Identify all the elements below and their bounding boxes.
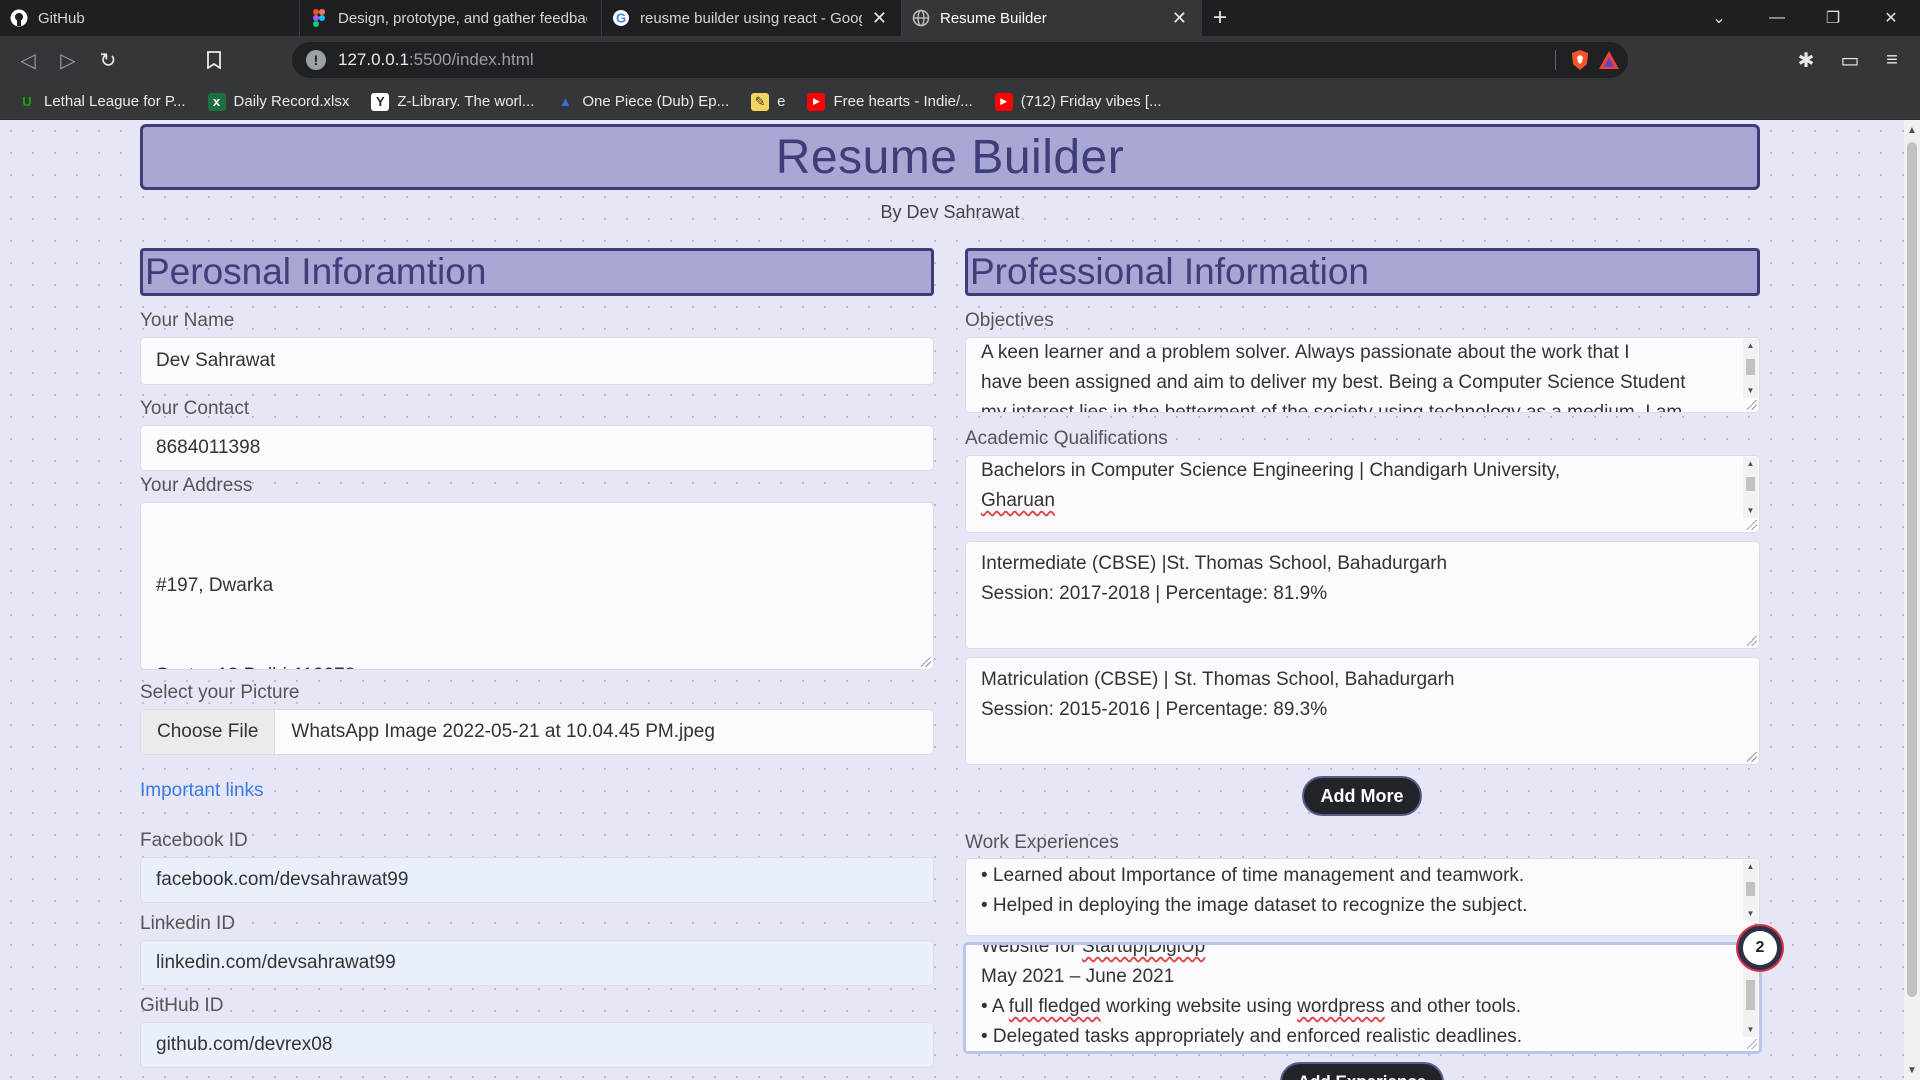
tab-search-chevron-icon[interactable]: ⌄ <box>1696 0 1742 36</box>
url-path: :5500/index.html <box>408 50 534 69</box>
bookmarks-bar: U Lethal League for P... x Daily Record.… <box>0 84 1920 120</box>
site-info-icon[interactable]: ! <box>306 50 326 70</box>
personal-section-heading: Perosnal Inforamtion <box>140 248 934 296</box>
youtube-icon: ▶ <box>807 92 826 111</box>
close-tab-icon[interactable]: ✕ <box>872 8 887 29</box>
picture-file-input[interactable]: Choose File WhatsApp Image 2022-05-21 at… <box>140 709 934 755</box>
resize-grip-icon[interactable] <box>1747 1039 1757 1049</box>
bookmark-item[interactable]: ▶ (712) Friday vibes [... <box>994 92 1162 111</box>
resize-grip-icon[interactable] <box>1747 752 1757 762</box>
scroll-down-arrow-icon[interactable]: ▼ <box>1904 1062 1920 1078</box>
linkedin-label: Linkedin ID <box>140 913 236 934</box>
academic-textarea-1[interactable]: Bachelors in Computer Science Engineerin… <box>965 455 1760 533</box>
restore-icon[interactable]: ❐ <box>1810 0 1856 36</box>
page-title-banner: Resume Builder <box>140 124 1760 190</box>
name-label: Your Name <box>140 310 235 331</box>
bookmark-item[interactable]: U Lethal League for P... <box>18 93 185 111</box>
professional-section-heading: Professional Information <box>965 248 1760 296</box>
tab-github[interactable]: GitHub <box>0 0 300 36</box>
brave-rewards-icon[interactable] <box>1598 50 1620 75</box>
work-experience-textarea-1[interactable]: • Learned about Importance of time manag… <box>965 858 1760 936</box>
bookmark-item[interactable]: ▶ Free hearts - Indie/... <box>807 92 973 111</box>
choose-file-button[interactable]: Choose File <box>141 710 276 754</box>
upwork-icon: U <box>22 94 32 109</box>
selected-file-name: WhatsApp Image 2022-05-21 at 10.04.45 PM… <box>291 721 715 742</box>
figma-icon <box>310 9 328 27</box>
address-label: Your Address <box>140 475 253 496</box>
notification-badge[interactable]: 2 <box>1738 926 1782 970</box>
github-label: GitHub ID <box>140 995 224 1016</box>
work-experience-textarea-2[interactable]: Website for Startup|DigiUp May 2021 – Ju… <box>963 942 1762 1054</box>
bookmark-item[interactable]: x Daily Record.xlsx <box>207 92 349 111</box>
tab-resume-builder[interactable]: Resume Builder ✕ <box>902 0 1202 36</box>
add-experience-button[interactable]: Add Experience <box>1280 1062 1444 1080</box>
zlibrary-icon: Y <box>371 92 390 111</box>
github-input[interactable]: github.com/devrex08 <box>140 1022 934 1068</box>
linkedin-input[interactable]: linkedin.com/devsahrawat99 <box>140 940 934 986</box>
bookmark-item[interactable]: ▲ One Piece (Dub) Ep... <box>556 93 729 111</box>
page-scrollbar[interactable]: ▲ ▼ <box>1904 120 1920 1080</box>
wallet-icon[interactable]: ▭ <box>1830 40 1870 80</box>
resize-grip-icon[interactable] <box>1747 636 1757 646</box>
close-window-icon[interactable]: ✕ <box>1868 0 1914 36</box>
contact-input[interactable]: 8684011398 <box>140 425 934 471</box>
academic-scrollbar[interactable]: ▲ ▼ <box>1743 457 1758 518</box>
facebook-label: Facebook ID <box>140 830 248 851</box>
academic-textarea-3[interactable]: Matriculation (CBSE) | St. Thomas School… <box>965 657 1760 765</box>
youtube-icon: ▶ <box>994 92 1013 111</box>
forward-icon[interactable]: ▷ <box>48 40 88 80</box>
work-experiences-label: Work Experiences <box>965 832 1119 853</box>
important-links-heading[interactable]: Important links <box>140 780 264 802</box>
back-icon[interactable]: ◁ <box>8 40 48 80</box>
close-tab-icon[interactable]: ✕ <box>1172 8 1187 29</box>
tab-figma[interactable]: Design, prototype, and gather feedback <box>300 0 602 36</box>
globe-icon <box>912 9 930 27</box>
scroll-up-arrow-icon[interactable]: ▲ <box>1904 122 1920 138</box>
resize-grip-icon[interactable] <box>921 657 931 667</box>
address-textarea[interactable]: #197, Dwarka Sector-13,Delhi-110078 <box>140 502 934 670</box>
bookmark-icon[interactable] <box>194 40 234 80</box>
reload-icon[interactable]: ↻ <box>88 40 128 80</box>
page-viewport: Resume Builder By Dev Sahrawat Perosnal … <box>0 120 1904 1080</box>
url-host: 127.0.0.1 <box>338 50 409 69</box>
omnibox-divider <box>1555 50 1556 70</box>
extensions-icon[interactable]: ✱ <box>1786 40 1826 80</box>
menu-icon[interactable]: ≡ <box>1872 40 1912 80</box>
objectives-scrollbar[interactable]: ▲ ▼ <box>1743 339 1758 398</box>
crunchy-icon: ▲ <box>558 94 572 109</box>
svg-text:G: G <box>616 11 626 26</box>
page-subtitle: By Dev Sahrawat <box>880 202 1020 222</box>
excel-icon: x <box>207 92 226 111</box>
google-icon: G <box>612 9 630 27</box>
scrollbar-thumb[interactable] <box>1907 142 1917 997</box>
minimize-icon[interactable]: — <box>1754 0 1800 36</box>
work-experience-scrollbar[interactable]: ▲▼ <box>1743 860 1758 921</box>
facebook-input[interactable]: facebook.com/devsahrawat99 <box>140 857 934 903</box>
academic-textarea-2[interactable]: Intermediate (CBSE) |St. Thomas School, … <box>965 541 1760 649</box>
tab-google-search[interactable]: G reusme builder using react - Google ✕ <box>602 0 902 36</box>
objectives-textarea[interactable]: A keen learner and a problem solver. Alw… <box>965 337 1760 413</box>
page-title: Resume Builder <box>775 130 1125 184</box>
browser-tab-bar: GitHub Design, prototype, and gather fee… <box>0 0 1920 36</box>
bookmark-item[interactable]: Y Z-Library. The worl... <box>371 92 534 111</box>
name-input[interactable]: Dev Sahrawat <box>140 337 934 385</box>
picture-label: Select your Picture <box>140 682 300 703</box>
resize-grip-icon[interactable] <box>1747 400 1757 410</box>
resize-grip-icon[interactable] <box>1747 520 1757 530</box>
add-more-button[interactable]: Add More <box>1302 776 1422 816</box>
objectives-label: Objectives <box>965 310 1054 331</box>
bookmark-item[interactable]: ✎ e <box>751 92 785 111</box>
note-icon: ✎ <box>751 92 770 111</box>
new-tab-plus-icon[interactable]: + <box>1202 0 1238 36</box>
brave-shield-icon[interactable] <box>1570 49 1590 76</box>
academic-label: Academic Qualifications <box>965 428 1168 449</box>
address-bar[interactable]: ! 127.0.0.1:5500/index.html <box>292 42 1628 78</box>
contact-label: Your Contact <box>140 398 250 419</box>
github-icon <box>10 9 28 27</box>
